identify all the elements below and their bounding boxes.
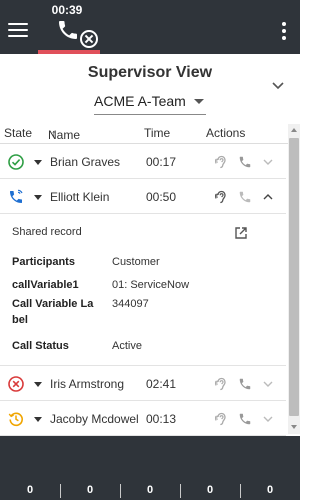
page-title: Supervisor View bbox=[87, 64, 213, 81]
table-row[interactable]: Iris Armstrong 02:41 bbox=[0, 367, 286, 401]
agent-time: 00:17 bbox=[146, 155, 177, 169]
sort-arrow-up-icon: ↑ bbox=[51, 128, 57, 140]
column-state: State bbox=[4, 126, 33, 140]
open-external-icon[interactable] bbox=[234, 226, 248, 240]
listen-ear-icon[interactable] bbox=[214, 190, 228, 204]
scroll-down-arrow-icon[interactable] bbox=[291, 425, 297, 429]
detail-value-call-variable-label: 344097 bbox=[112, 298, 149, 310]
expand-caret-icon[interactable] bbox=[34, 160, 42, 165]
chevron-down-icon[interactable] bbox=[263, 414, 273, 424]
detail-value-participants: Customer bbox=[112, 256, 160, 268]
scrollbar-thumb[interactable] bbox=[289, 138, 299, 416]
agent-name: Brian Graves bbox=[50, 155, 121, 169]
agent-time: 00:50 bbox=[146, 190, 177, 204]
footer-stat: 0 bbox=[206, 484, 214, 496]
more-options-icon[interactable] bbox=[282, 22, 288, 42]
detail-value-callvariable1: 01: ServiceNow bbox=[112, 279, 190, 291]
footer-stat: 0 bbox=[86, 484, 94, 496]
footer-stat: 0 bbox=[26, 484, 34, 496]
listen-ear-icon[interactable] bbox=[214, 155, 228, 169]
footer-stat: 0 bbox=[266, 484, 274, 496]
phone-icon[interactable] bbox=[238, 190, 252, 204]
chevron-down-icon[interactable] bbox=[263, 379, 273, 389]
column-time: Time bbox=[144, 126, 171, 140]
x-circle-icon bbox=[8, 376, 24, 392]
detail-key-call-variable-label: Call Variable La bel bbox=[12, 298, 94, 326]
expand-caret-icon[interactable] bbox=[34, 382, 42, 387]
shared-record-label: Shared record bbox=[12, 226, 82, 238]
phone-icon bbox=[59, 21, 77, 39]
phone-icon[interactable] bbox=[238, 412, 252, 426]
table-header: State Name ↑ Time Actions bbox=[0, 124, 300, 144]
history-icon bbox=[8, 412, 23, 427]
detail-key-callvariable1: callVariable1 bbox=[12, 279, 79, 291]
scroll-up-arrow-icon[interactable] bbox=[291, 128, 297, 132]
call-detail-panel: Shared record Participants Customer call… bbox=[0, 214, 286, 366]
team-select[interactable]: ACME A-Team bbox=[94, 91, 206, 115]
top-bar: 00:39 bbox=[0, 0, 300, 54]
detail-key-call-status: Call Status bbox=[12, 340, 69, 352]
active-call-indicator bbox=[38, 50, 100, 54]
expand-caret-icon[interactable] bbox=[34, 195, 42, 200]
phone-icon[interactable] bbox=[238, 155, 252, 169]
phone-icon[interactable] bbox=[238, 377, 252, 391]
close-circle-icon bbox=[80, 30, 98, 48]
table-row[interactable]: Brian Graves 00:17 bbox=[0, 145, 286, 179]
chevron-up-icon[interactable] bbox=[263, 192, 273, 202]
agent-name: Elliott Klein bbox=[50, 190, 110, 204]
check-circle-icon bbox=[8, 154, 24, 170]
chevron-down-icon[interactable] bbox=[272, 80, 284, 92]
hamburger-menu-icon[interactable] bbox=[8, 23, 28, 39]
listen-ear-icon[interactable] bbox=[214, 377, 228, 391]
team-select-value: ACME A-Team bbox=[94, 93, 186, 109]
footer-stat: 0 bbox=[146, 484, 154, 496]
chevron-down-icon[interactable] bbox=[263, 157, 273, 167]
column-actions: Actions bbox=[206, 126, 246, 140]
agent-time: 00:13 bbox=[146, 412, 177, 426]
call-timer: 00:39 bbox=[51, 3, 83, 17]
footer-stats-bar: 0 0 0 0 0 bbox=[0, 436, 300, 500]
agent-time: 02:41 bbox=[146, 377, 177, 391]
table-row[interactable]: Jacoby Mcdowel 00:13 bbox=[0, 402, 286, 436]
agent-name: Iris Armstrong bbox=[50, 377, 125, 391]
listen-ear-icon[interactable] bbox=[214, 412, 228, 426]
detail-value-call-status: Active bbox=[112, 340, 142, 352]
agent-name: Jacoby Mcdowel bbox=[50, 412, 139, 426]
caret-down-icon bbox=[194, 99, 204, 104]
end-call-button[interactable] bbox=[56, 18, 104, 48]
phone-incoming-icon bbox=[10, 189, 23, 203]
detail-key-participants: Participants bbox=[12, 256, 75, 268]
table-row[interactable]: Elliott Klein 00:50 bbox=[0, 180, 286, 214]
expand-caret-icon[interactable] bbox=[34, 417, 42, 422]
